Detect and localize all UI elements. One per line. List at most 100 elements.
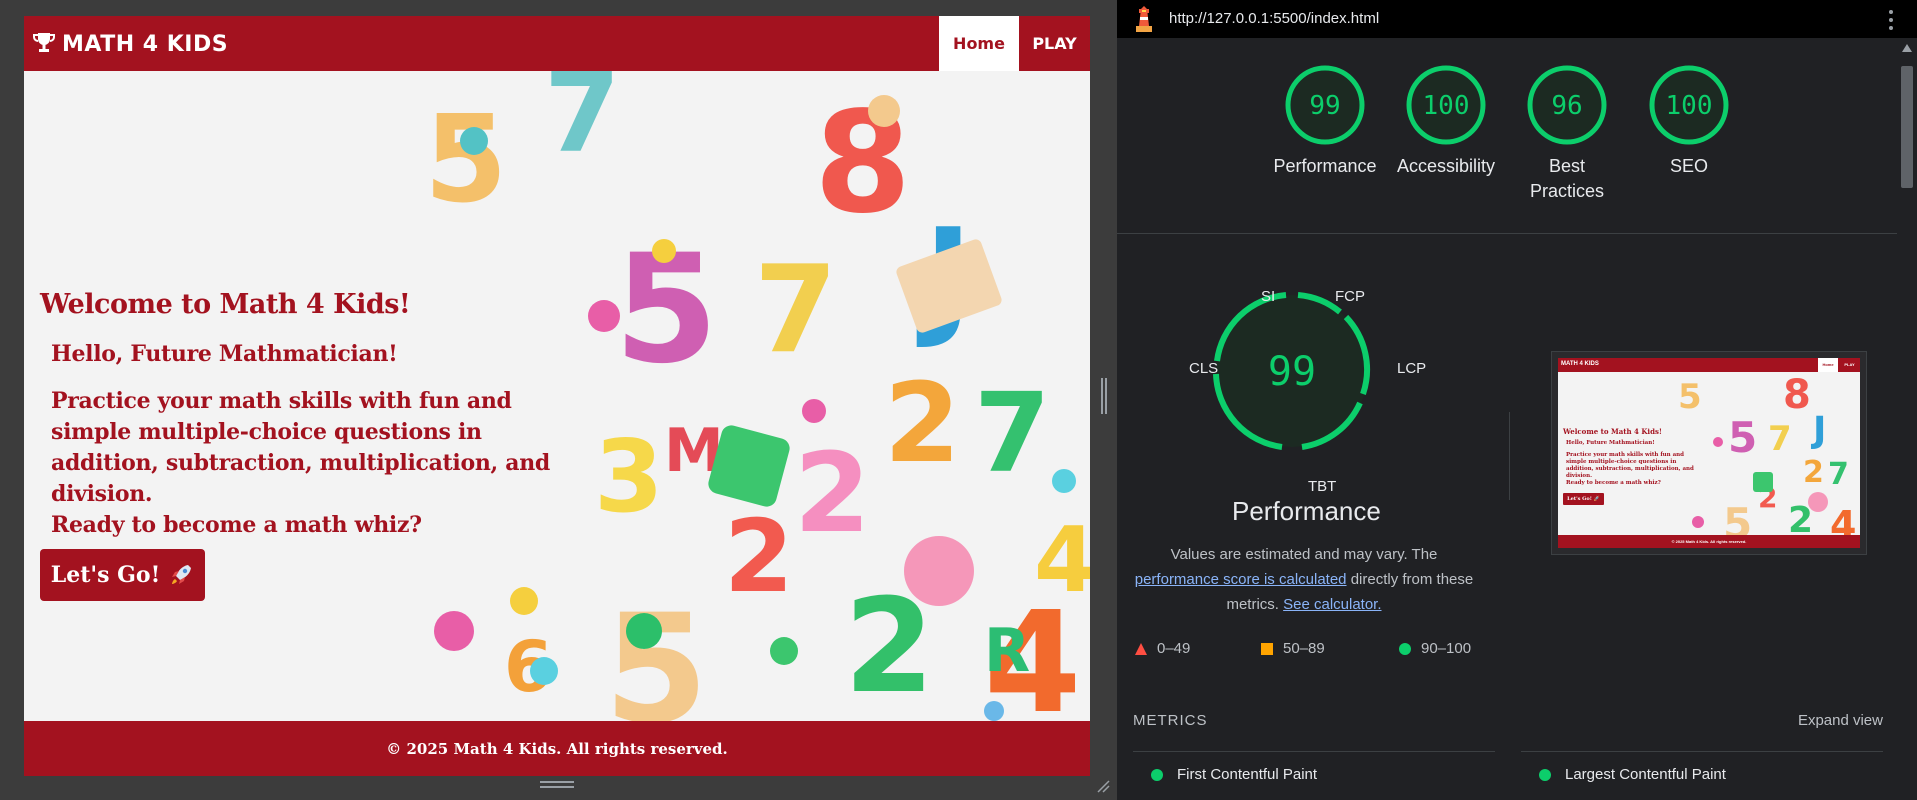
hero-description-text: Practice your math skills with fun and s… [51, 388, 550, 507]
bottom-resize-handle[interactable] [540, 780, 574, 790]
metrics-divider-left [1133, 751, 1495, 752]
pass-dot-icon [1539, 768, 1551, 781]
square-icon [1261, 642, 1273, 655]
hero-subtitle: Hello, Future Mathmatician! [51, 341, 398, 367]
performance-gauge: 99 [1213, 292, 1371, 450]
performance-score: 99 [1268, 349, 1316, 395]
report-url: http://127.0.0.1:5500/index.html [1169, 10, 1380, 27]
note-text: Values are estimated and may vary. The [1170, 546, 1438, 563]
svg-text:4: 4 [1034, 508, 1090, 613]
svg-text:5: 5 [424, 91, 508, 230]
site-preview-pane: MATH 4 KIDS Home PLAY 5 7 8 5 7 J 2 [0, 0, 1112, 800]
performance-note: Values are estimated and may vary. The p… [1131, 542, 1477, 617]
site-navbar: MATH 4 KIDS Home PLAY [24, 16, 1090, 71]
final-screenshot-thumbnail[interactable]: 5 8 5 7 J 2 7 2 4 5 2 MATH 4 KIDS Home P… [1551, 351, 1867, 555]
gauge-seo[interactable]: 100 SEO [1629, 64, 1749, 179]
legend-fail: 0–49 [1135, 640, 1190, 657]
lets-go-label: Let's Go! [50, 562, 161, 588]
vertical-scrollbar[interactable] [1897, 38, 1917, 800]
svg-text:7: 7 [544, 71, 621, 177]
corner-resize-grip-icon[interactable] [1096, 779, 1110, 793]
score-label: SEO [1669, 156, 1708, 176]
thumbnail-ready-text: Ready to become a math whiz? [1566, 480, 1661, 486]
legend-average: 50–89 [1261, 640, 1325, 657]
scroll-up-arrow-icon[interactable] [1902, 44, 1912, 52]
thumbnail-subtitle: Hello, Future Mathmatician! [1566, 440, 1655, 446]
hero-ready-text: Ready to become a math whiz? [51, 512, 422, 538]
svg-text:7: 7 [1768, 419, 1792, 459]
thumbnail-home: Home [1818, 358, 1838, 372]
score-ring: 99 [1285, 65, 1365, 145]
tag-si: SI [1261, 288, 1276, 305]
thumbnail-brand: MATH 4 KIDS [1561, 361, 1599, 367]
lighthouse-panel: http://127.0.0.1:5500/index.html 99 Perf… [1117, 0, 1917, 800]
performance-title: Performance [1232, 496, 1381, 526]
score-ring: 96 [1527, 65, 1607, 145]
metric-fcp[interactable]: First Contentful Paint [1151, 766, 1317, 783]
legend-range: 0–49 [1157, 640, 1191, 657]
legend-range: 90–100 [1421, 640, 1472, 657]
lets-go-button[interactable]: Let's Go! [40, 549, 205, 601]
triangle-icon [1135, 642, 1147, 655]
svg-text:J: J [1810, 410, 1826, 451]
svg-text:4: 4 [1830, 503, 1856, 538]
tag-lcp: LCP [1397, 360, 1427, 377]
thumbnail-cta: Let's Go! 🚀 [1563, 493, 1604, 505]
score-value: 100 [1666, 91, 1713, 121]
report-url-bar: http://127.0.0.1:5500/index.html [1117, 0, 1917, 38]
score-label: Best Practices [1529, 156, 1605, 201]
metric-name: Largest Contentful Paint [1565, 766, 1726, 783]
gauge-performance[interactable]: 99 Performance [1265, 64, 1385, 179]
lighthouse-icon [1136, 6, 1152, 32]
thumbnail-navbar: MATH 4 KIDS Home PLAY [1558, 358, 1860, 372]
legend-range: 50–89 [1283, 640, 1325, 657]
thumbnail-description: Practice your math skills with fun and s… [1566, 452, 1694, 487]
score-value: 96 [1551, 91, 1582, 121]
see-calculator-link[interactable]: See calculator. [1283, 596, 1381, 613]
svg-text:7: 7 [974, 369, 1051, 497]
trophy-icon [33, 33, 55, 52]
metric-lcp[interactable]: Largest Contentful Paint [1539, 766, 1726, 783]
svg-text:3: 3 [594, 418, 664, 535]
svg-text:5: 5 [1723, 499, 1752, 538]
thumbnail-footer: © 2025 Math 4 Kids. All rights reserved. [1558, 535, 1860, 548]
gauge-accessibility[interactable]: 100 Accessibility [1386, 64, 1506, 179]
score-label: Performance [1273, 156, 1377, 176]
svg-text:R: R [984, 616, 1030, 686]
svg-text:2: 2 [884, 359, 961, 487]
legend-pass: 90–100 [1399, 640, 1471, 657]
score-value: 100 [1423, 91, 1470, 121]
svg-text:5: 5 [1678, 377, 1702, 417]
tag-fcp: FCP [1335, 288, 1365, 305]
site-viewport: MATH 4 KIDS Home PLAY 5 7 8 5 7 J 2 [24, 16, 1090, 776]
site-footer: © 2025 Math 4 Kids. All rights reserved. [24, 721, 1090, 776]
nav-play-link[interactable]: PLAY [1019, 16, 1090, 71]
hero-description: Practice your math skills with fun and s… [51, 386, 571, 541]
scrollbar-thumb[interactable] [1901, 66, 1913, 188]
svg-text:2: 2 [1803, 455, 1824, 490]
score-ring: 100 [1649, 65, 1729, 145]
thumbnail-title: Welcome to Math 4 Kids! [1563, 427, 1662, 436]
expand-view-toggle[interactable]: Expand view [1798, 712, 1883, 729]
svg-text:7: 7 [1828, 457, 1849, 492]
score-ring: 100 [1406, 65, 1486, 145]
more-options-icon[interactable] [1887, 8, 1895, 32]
pass-dot-icon [1151, 768, 1163, 781]
section-divider [1509, 412, 1510, 500]
thumbnail-page: 5 8 5 7 J 2 7 2 4 5 2 MATH 4 KIDS Home P… [1558, 358, 1860, 548]
svg-text:7: 7 [754, 241, 838, 380]
nav-home-link[interactable]: Home [939, 16, 1019, 71]
brand-link[interactable]: MATH 4 KIDS [32, 28, 228, 60]
svg-text:8: 8 [1783, 372, 1811, 418]
hero-section: 5 7 8 5 7 J 2 7 2 3 2 2 4 5 4 [24, 71, 1090, 721]
score-label: Accessibility [1396, 156, 1496, 176]
screen: MATH 4 KIDS Home PLAY 5 7 8 5 7 J 2 [0, 0, 1917, 800]
thumbnail-description-text: Practice your math skills with fun and s… [1566, 452, 1694, 479]
split-drag-handle[interactable] [1100, 378, 1108, 414]
thumbnail-play: PLAY [1844, 362, 1855, 367]
gauge-best-practices[interactable]: 96 Best Practices [1507, 64, 1627, 204]
category-scores: 99 Performance 100 Accessibility 96 Best… [1117, 38, 1897, 234]
metrics-header: METRICS Expand view [1133, 712, 1883, 752]
score-calculated-link[interactable]: performance score is calculated [1135, 571, 1347, 588]
rocket-icon [172, 565, 192, 584]
